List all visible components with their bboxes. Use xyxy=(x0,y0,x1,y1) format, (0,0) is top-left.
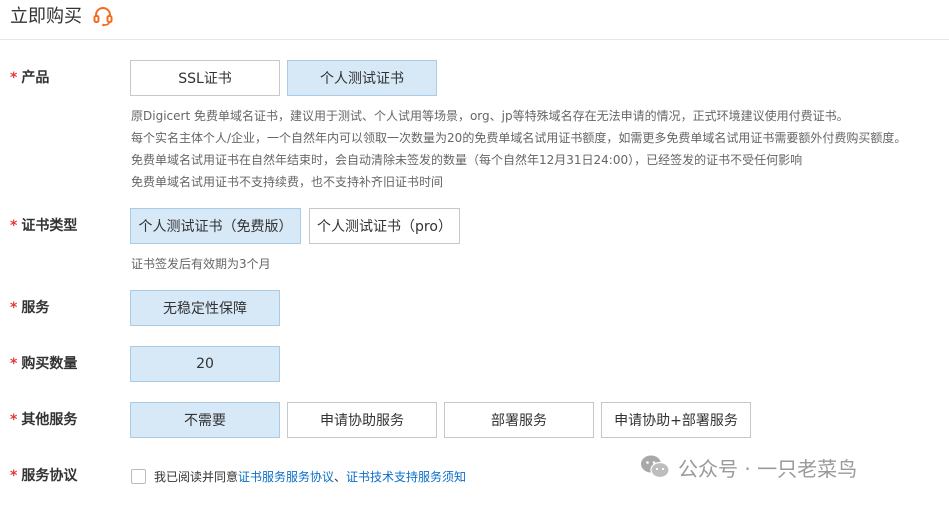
agreement-label: * 服务协议 xyxy=(10,468,78,484)
option-cert-free[interactable]: 个人测试证书（免费版） xyxy=(130,208,301,244)
cert-validity-note: 证书签发后有效期为3个月 xyxy=(131,257,271,271)
agree-checkbox[interactable] xyxy=(131,469,146,484)
required-mark: * xyxy=(10,468,18,484)
quantity-label: * 购买数量 xyxy=(10,356,78,372)
required-mark: * xyxy=(10,412,18,428)
service-agreement-link[interactable]: 证书服务服务协议 xyxy=(238,470,334,484)
service-label: * 服务 xyxy=(10,300,50,316)
product-note-2: 每个实名主体个人/企业，一个自然年内可以领取一次数量为20的免费单域名试用证书额… xyxy=(131,131,907,145)
option-deploy[interactable]: 部署服务 xyxy=(444,402,594,438)
required-mark: * xyxy=(10,218,18,234)
option-no-stability[interactable]: 无稳定性保障 xyxy=(130,290,280,326)
product-note-3: 免费单域名试用证书在自然年结束时，会自动清除未签发的数量（每个自然年12月31日… xyxy=(131,153,803,167)
cert-type-label: * 证书类型 xyxy=(10,218,78,234)
required-mark: * xyxy=(10,356,18,372)
page-title: 立即购买 xyxy=(10,6,82,27)
option-cert-pro[interactable]: 个人测试证书（pro） xyxy=(309,208,460,244)
option-not-needed[interactable]: 不需要 xyxy=(130,402,280,438)
other-services-label: * 其他服务 xyxy=(10,412,78,428)
agreement-text: 我已阅读并同意证书服务服务协议、证书技术支持服务须知 xyxy=(154,470,467,484)
product-note-1: 原Digicert 免费单域名证书，建议用于测试、个人试用等场景，org、jp等… xyxy=(131,109,849,123)
option-personal-test-cert[interactable]: 个人测试证书 xyxy=(287,60,437,96)
product-label: * 产品 xyxy=(10,70,50,86)
product-note-4: 免费单域名试用证书不支持续费，也不支持补齐旧证书时间 xyxy=(131,175,444,189)
page-header: 立即购买 xyxy=(0,0,949,40)
option-assist-deploy[interactable]: 申请协助+部署服务 xyxy=(601,402,751,438)
required-mark: * xyxy=(10,70,18,86)
required-mark: * xyxy=(10,300,18,316)
option-apply-assist[interactable]: 申请协助服务 xyxy=(287,402,437,438)
wechat-icon xyxy=(641,455,670,479)
watermark-text: 公众号 · 一只老菜鸟 xyxy=(678,456,858,481)
quantity-field[interactable]: 20 xyxy=(130,346,280,382)
support-terms-link[interactable]: 证书技术支持服务须知 xyxy=(346,470,466,484)
headset-icon[interactable] xyxy=(92,5,114,27)
option-ssl-cert[interactable]: SSL证书 xyxy=(130,60,280,96)
watermark: 公众号 · 一只老菜鸟 xyxy=(640,452,857,482)
